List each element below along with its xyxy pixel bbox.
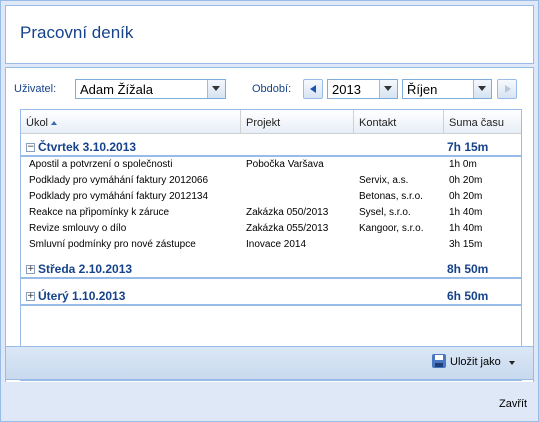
save-as-label: Uložit jako [450, 356, 501, 368]
grid-header: Úkol Projekt Kontakt Suma času [21, 110, 521, 134]
chevron-down-icon[interactable] [473, 80, 491, 98]
page-title: Pracovní deník [20, 23, 134, 42]
column-header-contact[interactable]: Kontakt [354, 110, 444, 133]
previous-period-button[interactable] [303, 79, 323, 99]
table-row[interactable]: Apostil a potvrzení o společnosti Pobočk… [21, 158, 521, 172]
year-select[interactable]: 2013 [327, 79, 398, 99]
journal-grid: Úkol Projekt Kontakt Suma času − Čtvrtek… [20, 109, 522, 381]
group-header-tuesday[interactable]: + Úterý 1.10.2013 6h 50m [21, 288, 521, 306]
user-select[interactable]: Adam Žížala [75, 79, 226, 99]
period-label: Období: [252, 83, 292, 95]
minus-square-icon[interactable]: − [26, 143, 35, 152]
floppy-disk-icon [432, 354, 446, 368]
sort-ascending-icon [51, 121, 58, 125]
chevron-down-icon [509, 361, 515, 365]
table-row[interactable]: Podklady pro vymáhání faktury 2012134 Be… [21, 190, 521, 204]
plus-square-icon[interactable]: + [26, 292, 35, 301]
user-label: Uživatel: [14, 83, 57, 95]
table-row[interactable]: Revize smlouvy o dílo Zakázka 055/2013 K… [21, 222, 521, 236]
column-header-project[interactable]: Projekt [241, 110, 354, 133]
table-row[interactable]: Podklady pro vymáhání faktury 2012066 Se… [21, 174, 521, 188]
chevron-down-icon[interactable] [207, 80, 225, 98]
next-period-button[interactable] [497, 79, 517, 99]
plus-square-icon[interactable]: + [26, 265, 35, 274]
table-row[interactable]: Smluvní podmínky pro nové zástupce Inova… [21, 238, 521, 252]
filter-and-grid-panel: Uživatel: Adam Žížala Období: 2013 Říjen… [5, 67, 534, 382]
column-header-time-sum[interactable]: Suma času [444, 110, 521, 133]
save-as-button[interactable]: Uložit jako [432, 354, 524, 372]
journal-window: Pracovní deník Uživatel: Adam Žížala Obd… [0, 0, 539, 422]
month-select[interactable]: Říjen [402, 79, 492, 99]
group-header-thursday[interactable]: − Čtvrtek 3.10.2013 7h 15m [21, 139, 521, 157]
year-select-value: 2013 [332, 82, 361, 97]
window-header: Pracovní deník [5, 5, 534, 64]
column-header-task[interactable]: Úkol [21, 110, 241, 133]
grid-toolbar: Uložit jako [5, 346, 534, 380]
user-select-value: Adam Žížala [80, 82, 153, 97]
table-row[interactable]: Reakce na připomínky k záruce Zakázka 05… [21, 206, 521, 220]
chevron-down-icon[interactable] [379, 80, 397, 98]
group-header-wednesday[interactable]: + Středa 2.10.2013 8h 50m [21, 261, 521, 279]
arrow-right-icon [505, 85, 511, 93]
arrow-left-icon [310, 85, 316, 93]
close-button[interactable]: Zavřít [499, 398, 527, 410]
month-select-value: Říjen [407, 82, 438, 97]
